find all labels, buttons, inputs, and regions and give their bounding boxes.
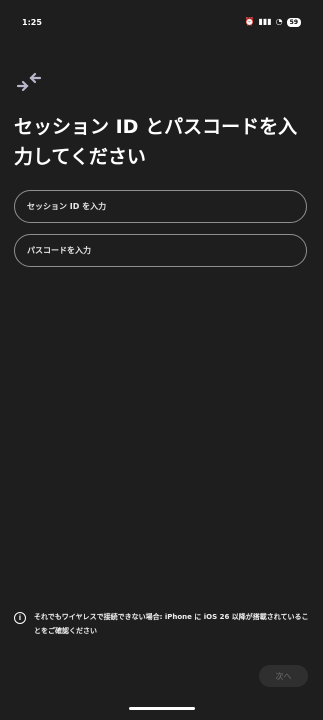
notice-text: それでもワイヤレスで接続できない場合: iPhone に iOS 26 以降が搭…: [34, 613, 309, 635]
session-id-input[interactable]: セッション ID を入力: [14, 190, 307, 223]
status-time: 1:25: [22, 17, 42, 27]
status-icons: ⏰ ▮▮▮ ◔ 59: [244, 17, 301, 27]
alarm-icon: ⏰: [244, 17, 255, 26]
status-bar: 1:25 ⏰ ▮▮▮ ◔ 59: [0, 0, 323, 44]
passcode-input[interactable]: パスコードを入力: [14, 234, 307, 267]
passcode-placeholder: パスコードを入力: [27, 246, 91, 255]
home-indicator[interactable]: [129, 707, 195, 710]
signal-icon: ▮▮▮: [258, 17, 272, 26]
next-button-label: 次へ: [275, 671, 292, 681]
wifi-icon: ◔: [275, 17, 283, 26]
info-icon: i: [14, 612, 26, 624]
arrows-inward-icon: [16, 72, 42, 92]
page-title: セッション ID とパスコードを入力してください: [14, 116, 298, 168]
next-button[interactable]: 次へ: [259, 665, 308, 687]
connection-notice: i それでもワイヤレスで接続できない場合: iPhone に iOS 26 以降…: [14, 610, 310, 638]
battery-indicator: 59: [286, 17, 301, 27]
session-id-placeholder: セッション ID を入力: [27, 202, 107, 211]
